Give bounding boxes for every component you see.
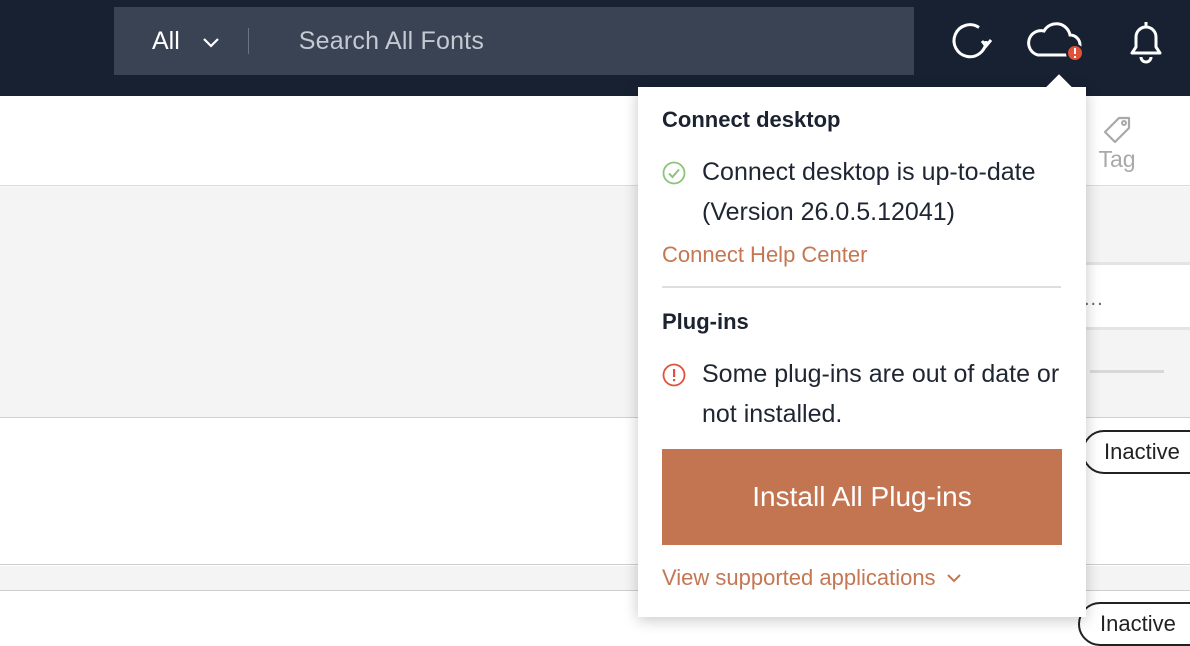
search-scope-label: All	[152, 26, 180, 55]
alert-circle-icon	[662, 363, 686, 387]
plugins-status-text: Some plug-ins are out of date or not ins…	[702, 360, 1060, 428]
top-bar: All Search All Fonts	[0, 0, 1190, 96]
status-badge-inactive[interactable]: Inactive	[1078, 602, 1190, 646]
install-all-plugins-button[interactable]: Install All Plug-ins	[662, 449, 1062, 545]
desktop-heading: Connect desktop	[662, 107, 841, 132]
more-options-icon[interactable]: ...	[1084, 288, 1104, 311]
slider-track	[1090, 370, 1164, 373]
bell-icon[interactable]	[1122, 17, 1170, 65]
chevron-down-icon	[946, 574, 961, 583]
cloud-alert-icon[interactable]	[1024, 17, 1088, 65]
search-bar[interactable]: All Search All Fonts	[114, 7, 914, 75]
view-supported-apps-link[interactable]: View supported applications	[662, 565, 962, 591]
sync-status-popover: Connect desktop Connect desktop is up-to…	[638, 74, 1086, 617]
popover-divider	[662, 286, 1061, 288]
tag-button[interactable]: Tag	[1092, 114, 1142, 173]
search-input[interactable]: Search All Fonts	[299, 27, 484, 56]
check-circle-icon	[662, 161, 686, 185]
search-divider	[247, 28, 249, 54]
tag-icon	[1103, 116, 1131, 144]
help-center-link[interactable]: Connect Help Center	[662, 242, 867, 268]
chevron-down-icon	[202, 27, 220, 56]
desktop-status-row: Connect desktop is up-to-date (Version 2…	[662, 158, 1062, 232]
sync-icon[interactable]	[946, 17, 994, 65]
tag-label: Tag	[1098, 146, 1136, 172]
search-scope-dropdown[interactable]: All	[114, 7, 220, 75]
plugins-heading: Plug-ins	[662, 309, 749, 334]
view-supported-apps-label: View supported applications	[662, 565, 936, 590]
desktop-status-text: Connect desktop is up-to-date (Version 2…	[702, 158, 1036, 226]
plugins-status-row: Some plug-ins are out of date or not ins…	[662, 360, 1062, 434]
status-badge-inactive[interactable]: Inactive	[1082, 430, 1190, 474]
